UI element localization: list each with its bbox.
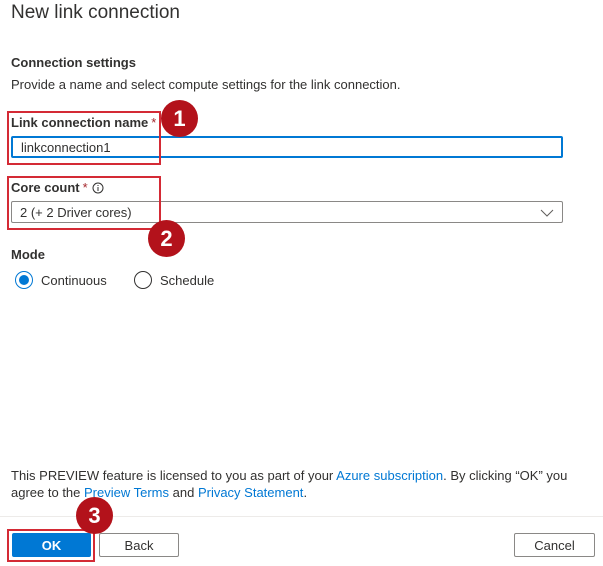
privacy-statement-link[interactable]: Privacy Statement: [198, 485, 304, 500]
callout-badge-1: 1: [161, 100, 198, 137]
chevron-down-icon: [540, 205, 554, 220]
callout-badge-3: 3: [76, 497, 113, 534]
highlight-box-name: [7, 111, 161, 165]
section-description: Provide a name and select compute settin…: [11, 77, 401, 92]
back-button[interactable]: Back: [99, 533, 179, 557]
section-title: Connection settings: [11, 55, 136, 70]
notice-text: .: [303, 485, 308, 500]
notice-text: This PREVIEW feature is licensed to you …: [11, 468, 337, 483]
cancel-button[interactable]: Cancel: [514, 533, 595, 557]
preview-notice: This PREVIEW feature is licensed to you …: [11, 467, 601, 501]
mode-option-schedule[interactable]: Schedule: [134, 271, 214, 289]
radio-schedule[interactable]: [134, 271, 152, 289]
callout-badge-2: 2: [148, 220, 185, 257]
panel-title: New link connection: [11, 2, 180, 23]
highlight-box-core: [7, 176, 161, 230]
schedule-label: Schedule: [160, 272, 215, 288]
continuous-label: Continuous: [41, 272, 107, 288]
azure-subscription-link[interactable]: Azure subscription: [336, 468, 443, 483]
new-link-connection-panel: New link connection Connection settings …: [0, 0, 603, 566]
mode-label: Mode: [11, 247, 45, 262]
notice-text: and: [169, 485, 198, 500]
radio-continuous[interactable]: [15, 271, 33, 289]
highlight-box-ok: [7, 529, 95, 562]
mode-option-continuous[interactable]: Continuous: [15, 271, 107, 289]
